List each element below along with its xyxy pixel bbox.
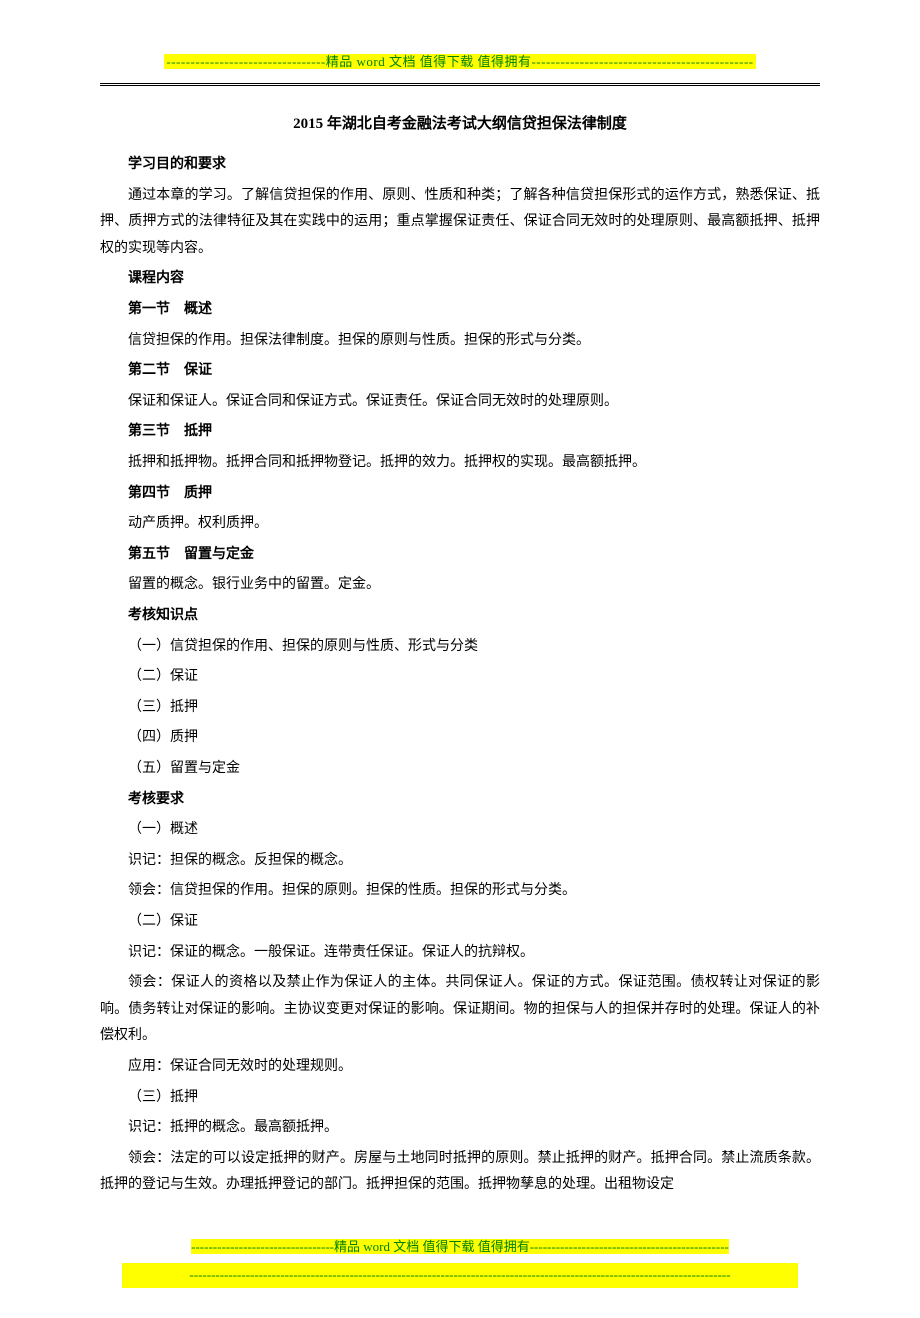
footer-banner-2: ----------------------------------------…	[122, 1263, 799, 1288]
req2-a: 识记：保证的概念。一般保证。连带责任保证。保证人的抗辩权。	[100, 940, 820, 967]
section4-para: 动产质押。权利质押。	[100, 511, 820, 538]
heading-points: 考核知识点	[100, 603, 820, 630]
header-rule	[100, 83, 820, 86]
req3-a: 识记：抵押的概念。最高额抵押。	[100, 1115, 820, 1142]
heading-content: 课程内容	[100, 266, 820, 293]
req1-a: 识记：担保的概念。反担保的概念。	[100, 848, 820, 875]
section1-para: 信贷担保的作用。担保法律制度。担保的原则与性质。担保的形式与分类。	[100, 328, 820, 355]
footer: ---------------------------------精品 word…	[100, 1235, 820, 1288]
section3-para: 抵押和抵押物。抵押合同和抵押物登记。抵押的效力。抵押权的实现。最高额抵押。	[100, 450, 820, 477]
section5-para: 留置的概念。银行业务中的留置。定金。	[100, 572, 820, 599]
header-banner: ---------------------------------精品 word…	[100, 50, 820, 77]
point-5: （五）留置与定金	[100, 756, 820, 783]
section1-heading: 第一节 概述	[100, 297, 820, 324]
document-page: ---------------------------------精品 word…	[0, 0, 920, 1318]
section5-heading: 第五节 留置与定金	[100, 542, 820, 569]
req1-b: 领会：信贷担保的作用。担保的原则。担保的性质。担保的形式与分类。	[100, 878, 820, 905]
section3-heading: 第三节 抵押	[100, 419, 820, 446]
req1-heading: （一）概述	[100, 817, 820, 844]
point-1: （一）信贷担保的作用、担保的原则与性质、形式与分类	[100, 634, 820, 661]
req2-c: 应用：保证合同无效时的处理规则。	[100, 1054, 820, 1081]
req2-heading: （二）保证	[100, 909, 820, 936]
header-banner-text: ---------------------------------精品 word…	[164, 54, 755, 69]
point-2: （二）保证	[100, 664, 820, 691]
req3-heading: （三）抵押	[100, 1085, 820, 1112]
section2-heading: 第二节 保证	[100, 358, 820, 385]
req2-b: 领会：保证人的资格以及禁止作为保证人的主体。共同保证人。保证的方式。保证范围。债…	[100, 970, 820, 1050]
req3-b: 领会：法定的可以设定抵押的财产。房屋与土地同时抵押的原则。禁止抵押的财产。抵押合…	[100, 1146, 820, 1199]
document-title: 2015 年湖北自考金融法考试大纲信贷担保法律制度	[100, 110, 820, 139]
point-4: （四）质押	[100, 725, 820, 752]
heading-requirements: 考核要求	[100, 787, 820, 814]
heading-objective: 学习目的和要求	[100, 152, 820, 179]
point-3: （三）抵押	[100, 695, 820, 722]
footer-banner-1-text: ---------------------------------精品 word…	[191, 1239, 729, 1254]
para-objective: 通过本章的学习。了解信贷担保的作用、原则、性质和种类；了解各种信贷担保形式的运作…	[100, 183, 820, 263]
footer-banner-1: ---------------------------------精品 word…	[100, 1235, 820, 1262]
section2-para: 保证和保证人。保证合同和保证方式。保证责任。保证合同无效时的处理原则。	[100, 389, 820, 416]
section4-heading: 第四节 质押	[100, 481, 820, 508]
